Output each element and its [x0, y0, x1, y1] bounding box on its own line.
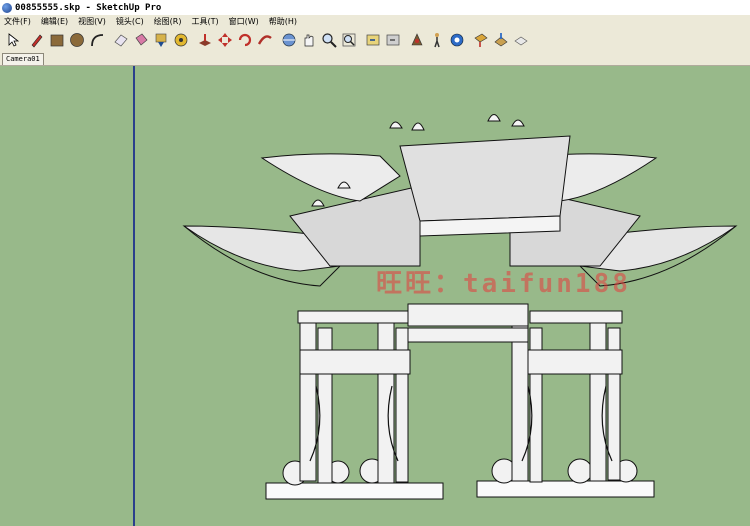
archway-model: [182, 114, 738, 500]
scene-tab-camera01[interactable]: Camera01: [2, 53, 44, 65]
menu-edit[interactable]: 编辑(E): [41, 16, 68, 27]
make-component-icon[interactable]: [153, 32, 169, 48]
pan-icon[interactable]: [301, 32, 317, 48]
share-model-icon[interactable]: [513, 32, 529, 48]
menu-file[interactable]: 文件(F): [4, 16, 31, 27]
paint-bucket-icon[interactable]: [133, 32, 149, 48]
arc-icon[interactable]: [89, 32, 105, 48]
eraser-icon[interactable]: [113, 32, 129, 48]
menu-view[interactable]: 视图(V): [78, 16, 106, 27]
get-models-icon[interactable]: [493, 32, 509, 48]
walk-icon[interactable]: [429, 32, 445, 48]
previous-view-icon[interactable]: [365, 32, 381, 48]
section-plane-icon[interactable]: [473, 32, 489, 48]
next-view-icon[interactable]: [385, 32, 401, 48]
tape-measure-icon[interactable]: [173, 32, 189, 48]
zoom-icon[interactable]: [321, 32, 337, 48]
circle-icon[interactable]: [69, 32, 85, 48]
pencil-icon[interactable]: [29, 32, 45, 48]
push-pull-icon[interactable]: [197, 32, 213, 48]
menu-tools[interactable]: 工具(T): [192, 16, 219, 27]
menu-bar: 文件(F) 编辑(E) 视图(V) 镜头(C) 绘图(R) 工具(T) 窗口(W…: [0, 15, 750, 28]
follow-me-icon[interactable]: [257, 32, 273, 48]
menu-help[interactable]: 帮助(H): [269, 16, 297, 27]
menu-window[interactable]: 窗口(W): [229, 16, 259, 27]
zoom-extents-icon[interactable]: [341, 32, 357, 48]
rectangle-icon[interactable]: [49, 32, 65, 48]
select-icon[interactable]: [5, 32, 21, 48]
look-around-icon[interactable]: [449, 32, 465, 48]
watermark-text: 旺旺：taifun188: [376, 269, 631, 299]
sketchup-logo-icon: [2, 2, 12, 13]
move-icon[interactable]: [217, 32, 233, 48]
rotate-icon[interactable]: [237, 32, 253, 48]
menu-draw[interactable]: 绘图(R): [154, 16, 182, 27]
window-title: 00855555.skp - SketchUp Pro: [15, 2, 162, 13]
title-bar: 00855555.skp - SketchUp Pro: [0, 0, 750, 15]
model-viewport[interactable]: 旺旺：taifun188: [0, 66, 750, 526]
position-camera-icon[interactable]: [409, 32, 425, 48]
menu-camera[interactable]: 镜头(C): [116, 16, 144, 27]
main-toolbar: [0, 28, 750, 53]
scene-tab-bar: Camera01: [0, 52, 750, 66]
orbit-icon[interactable]: [281, 32, 297, 48]
